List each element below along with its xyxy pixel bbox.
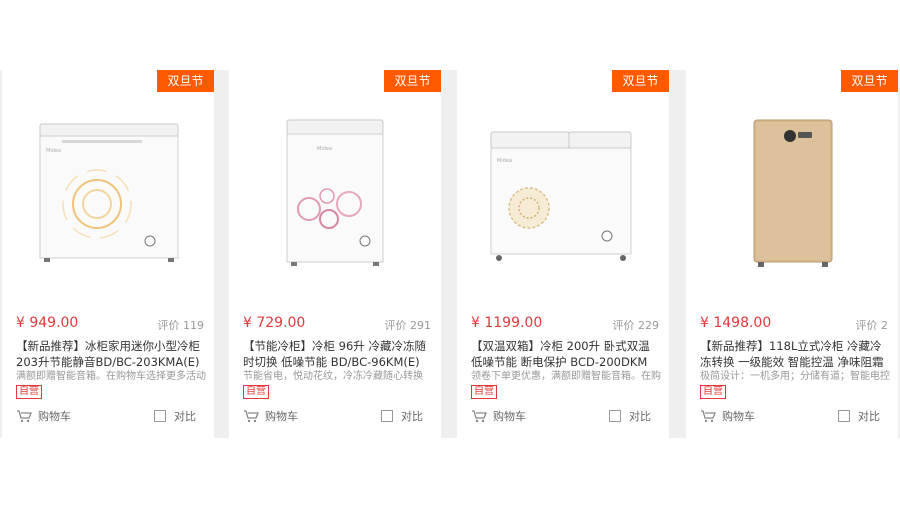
compare-checkbox[interactable] (838, 410, 850, 422)
product-price: ¥ 1199.00 (471, 315, 543, 331)
promo-text: 节能省电，悦动花纹，冷冻冷藏随心转换 (243, 371, 423, 382)
cart-label: 购物车 (722, 410, 755, 423)
add-to-cart-button[interactable]: 购物车 (16, 408, 71, 424)
cart-label: 购物车 (493, 410, 526, 423)
cart-label: 购物车 (265, 410, 298, 423)
self-operated-tag: 自营 (243, 385, 269, 399)
review-count[interactable]: 评价 2 (856, 317, 889, 333)
product-image-chest-freezer[interactable]: Midea (457, 104, 669, 304)
promo-badge: 双旦节 (384, 70, 441, 92)
self-operated-tag: 自营 (700, 385, 726, 399)
promo-text: 满额即赠智能音箱。在购物车选择更多活动... (16, 371, 206, 382)
compare-toggle[interactable]: 对比 (381, 408, 423, 424)
product-image-upright-freezer[interactable] (686, 104, 898, 304)
product-image-chest-freezer[interactable]: Midea (2, 104, 214, 304)
promo-badge: 双旦节 (841, 70, 898, 92)
promo-text: 领卷下单更优惠，满额即赠智能音箱。在购... (471, 371, 661, 382)
self-operated-tag: 自营 (471, 385, 497, 399)
cart-icon (17, 410, 32, 423)
product-card[interactable]: 双旦节 Midea ¥ 1199.00 评价 229 【双温双箱】冷柜 200升… (457, 70, 669, 438)
product-card[interactable]: 双旦节 Midea ¥ 949.00 评价 119 【新品推荐】冰柜家用迷你小型… (2, 70, 214, 438)
cart-icon (244, 410, 259, 423)
product-price: ¥ 1498.00 (700, 315, 772, 331)
product-title[interactable]: 【新品推荐】118L立式冷柜 冷藏冷冻转换 一级能效 智能控温 净味阻霜 BD/ (700, 338, 890, 370)
compare-toggle[interactable]: 对比 (609, 408, 651, 424)
review-count[interactable]: 评价 291 (385, 317, 432, 333)
compare-toggle[interactable]: 对比 (154, 408, 196, 424)
product-price: ¥ 949.00 (16, 315, 79, 331)
compare-checkbox[interactable] (381, 410, 393, 422)
cart-icon (701, 410, 716, 423)
svg-text:Midea: Midea (317, 146, 332, 152)
compare-checkbox[interactable] (609, 410, 621, 422)
product-title[interactable]: 【双温双箱】冷柜 200升 卧式双温 低噪节能 断电保护 BCD-200DKM(… (471, 338, 661, 370)
product-card[interactable]: 双旦节 Midea ¥ 729.00 评价 291 【节能冷柜】冷柜 96升 冷… (229, 70, 441, 438)
promo-badge: 双旦节 (612, 70, 669, 92)
product-title[interactable]: 【新品推荐】冰柜家用迷你小型冷柜203升节能静音BD/BC-203KMA(E) (16, 338, 206, 370)
self-operated-tag: 自营 (16, 385, 42, 399)
compare-label: 对比 (858, 410, 880, 423)
product-price: ¥ 729.00 (243, 315, 306, 331)
product-image-chest-freezer[interactable]: Midea (229, 104, 441, 304)
review-count[interactable]: 评价 229 (613, 317, 660, 333)
compare-label: 对比 (174, 410, 196, 423)
compare-checkbox[interactable] (154, 410, 166, 422)
review-count[interactable]: 评价 119 (158, 317, 205, 333)
cart-icon (472, 410, 487, 423)
add-to-cart-button[interactable]: 购物车 (243, 408, 298, 424)
compare-label: 对比 (401, 410, 423, 423)
svg-text:Midea: Midea (497, 158, 512, 164)
svg-text:Midea: Midea (46, 148, 61, 154)
compare-label: 对比 (629, 410, 651, 423)
product-card[interactable]: 双旦节 ¥ 1498.00 评价 2 【新品推荐】118L立式冷柜 冷藏冷冻转换… (686, 70, 898, 438)
add-to-cart-button[interactable]: 购物车 (700, 408, 755, 424)
compare-toggle[interactable]: 对比 (838, 408, 880, 424)
add-to-cart-button[interactable]: 购物车 (471, 408, 526, 424)
product-title[interactable]: 【节能冷柜】冷柜 96升 冷藏冷冻随时切换 低噪节能 BD/BC-96KM(E) (243, 338, 433, 370)
cart-label: 购物车 (38, 410, 71, 423)
promo-badge: 双旦节 (157, 70, 214, 92)
promo-text: 极简设计：一机多用；分储有道；智能电控... (700, 371, 890, 382)
